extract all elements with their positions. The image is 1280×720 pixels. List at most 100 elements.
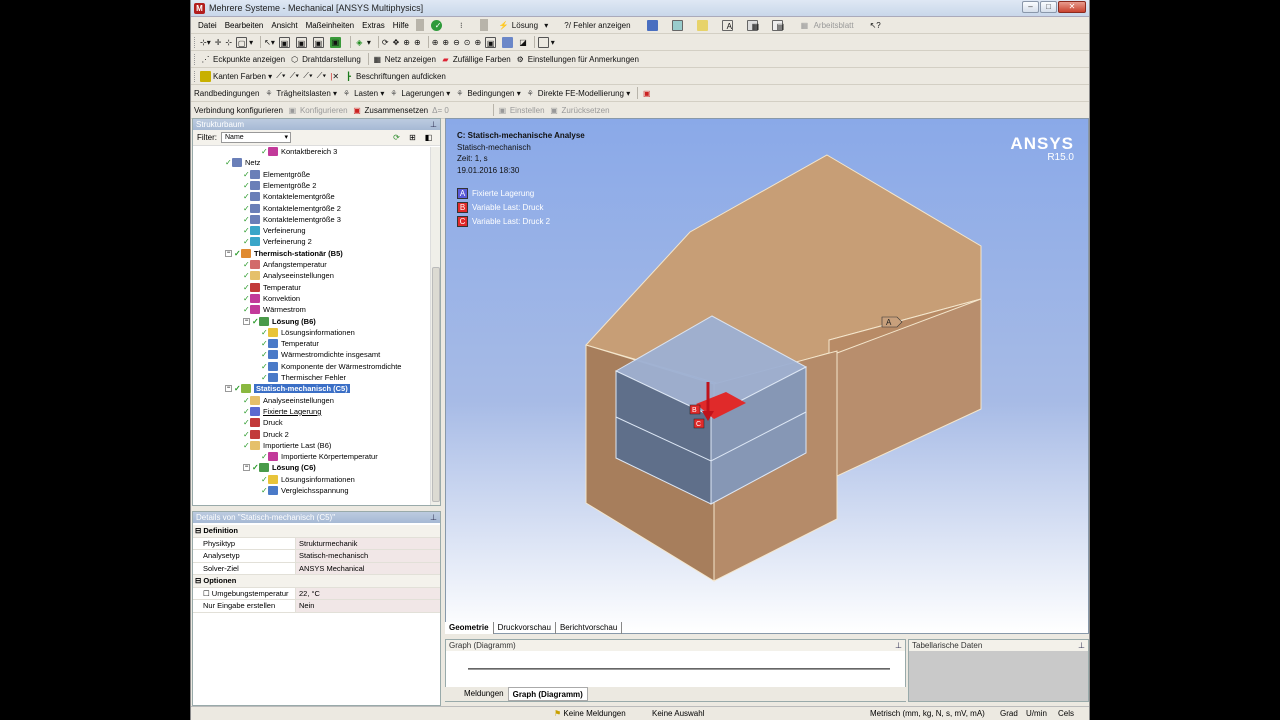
outline-scrollbar[interactable] <box>430 147 440 505</box>
pin-icon[interactable]: ⊥ <box>1078 640 1085 651</box>
menu-tools[interactable]: Extras <box>358 21 389 30</box>
commands-icon[interactable]: ▣ <box>641 88 654 99</box>
menu-units[interactable]: Maßeinheiten <box>302 21 358 30</box>
table-icon[interactable]: ▤ <box>768 19 789 31</box>
tree-options-icon[interactable]: ⊞ <box>407 132 418 143</box>
iso-view-icon[interactable] <box>502 36 515 48</box>
pin-icon[interactable]: ⊥ <box>430 512 437 523</box>
tree-node[interactable]: ✓ Thermischer Fehler <box>261 372 346 383</box>
inertial-loads-button[interactable]: ⚘ Trägheitslasten ▾ <box>263 88 337 99</box>
show-vertices-button[interactable]: ⋰ Eckpunkte anzeigen <box>200 54 286 65</box>
tree-node[interactable]: ✓ Temperatur <box>261 338 319 349</box>
chart-icon[interactable]: ▦ <box>743 19 764 31</box>
rotate-icon[interactable]: ⟳ <box>382 38 389 47</box>
maximize-button[interactable]: □ <box>1040 1 1057 13</box>
face-icon[interactable]: ▣ <box>312 36 326 48</box>
expand-toggle[interactable]: − <box>225 385 232 393</box>
graph-tab[interactable]: Graph (Diagramm) <box>507 687 588 701</box>
select-face-icon[interactable]: ⊹ <box>225 38 232 47</box>
view-tab[interactable]: Druckvorschau <box>494 622 556 634</box>
details-value[interactable]: 22, °C <box>296 587 440 599</box>
menu-file[interactable]: Datei <box>194 21 221 30</box>
text-icon[interactable]: A <box>718 19 739 31</box>
pointer-icon[interactable]: ↖▾ <box>264 38 275 47</box>
model-geometry[interactable]: A B C <box>446 119 1089 634</box>
tree-node[interactable]: ✓ Vergleichsspannung <box>261 485 349 496</box>
assemble-button[interactable]: ▣ Zusammensetzen <box>352 105 428 116</box>
edge-style-1-icon[interactable]: ⟋▾ <box>276 71 286 81</box>
edge-style-2-icon[interactable]: ⟋▾ <box>290 71 300 81</box>
tree-node[interactable]: ✓ Netz <box>225 157 260 168</box>
connect-icon[interactable]: ⁝ <box>452 20 473 31</box>
magnify-icon[interactable]: ⊖ <box>453 38 460 47</box>
viewport-layout-icon[interactable]: ▾ <box>537 36 555 48</box>
tree-node[interactable]: − ✓ Thermisch-stationär (B5) <box>225 248 343 259</box>
edge-style-4-icon[interactable]: ⟋▾ <box>317 71 327 81</box>
tree-node[interactable]: ✓ Fixierte Lagerung <box>243 406 321 417</box>
expand-toggle[interactable]: − <box>243 317 250 325</box>
units-status[interactable]: Metrisch (mm, kg, N, s, mV, mA) <box>867 707 985 720</box>
tree-node[interactable]: ✓ Anfangstemperatur <box>243 259 327 270</box>
filter-select[interactable]: Name <box>221 132 291 143</box>
loads-button[interactable]: ⚘ Lasten ▾ <box>341 88 384 99</box>
graph-tab[interactable]: Meldungen <box>460 687 508 701</box>
tag-icon[interactable]: ◪ <box>519 38 527 47</box>
temp-unit-status[interactable]: Cels <box>1055 707 1074 720</box>
tree-node[interactable]: ✓ Importierte Körpertemperatur <box>261 451 378 462</box>
body-icon[interactable]: ▣ <box>329 36 343 48</box>
select-mode-icon[interactable]: ⊹▾ <box>200 38 211 47</box>
tree-node[interactable]: ✓ Importierte Last (B6) <box>243 440 331 451</box>
tree-node[interactable]: ✓ Analyseeinstellungen <box>243 270 334 281</box>
conditions-button[interactable]: ⚘ Bedingungen ▾ <box>454 88 521 99</box>
details-value[interactable]: Strukturmechanik <box>296 537 440 549</box>
expand-toggle[interactable]: − <box>243 464 250 472</box>
wireframe-button[interactable]: ⬡ Drahtdarstellung <box>289 54 361 65</box>
refresh-icon[interactable]: ⟳ <box>391 132 402 143</box>
menu-help[interactable]: Hilfe <box>389 21 413 30</box>
supports-button[interactable]: ⚘ Lagerungen ▾ <box>388 88 450 99</box>
details-row[interactable]: Solver-Ziel ANSYS Mechanical <box>193 562 440 575</box>
check-icon[interactable]: ✓ <box>427 19 448 31</box>
pin-icon[interactable]: ⊥ <box>430 119 437 130</box>
annotation-settings-button[interactable]: ⚙ Einstellungen für Anmerkungen <box>515 54 639 65</box>
scrollbar-thumb[interactable] <box>432 267 440 502</box>
tree-node[interactable]: ✓ Druck <box>243 417 283 428</box>
tree-node[interactable]: ✓ Lösungsinformationen <box>261 327 355 338</box>
details-value[interactable]: Nein <box>296 600 440 612</box>
zoom-icon[interactable]: ⊕ <box>403 38 410 47</box>
show-mesh-button[interactable]: ▦ Netz anzeigen <box>372 54 435 65</box>
direct-fe-button[interactable]: ⚘ Direkte FE-Modellierung ▾ <box>525 88 631 99</box>
rpm-unit-status[interactable]: U/min <box>1023 707 1047 720</box>
details-row[interactable]: ☐ Umgebungstemperatur 22, °C <box>193 587 440 600</box>
comment-icon[interactable] <box>693 19 714 31</box>
edge-style-3-icon[interactable]: ⟋▾ <box>303 71 313 81</box>
worksheet-button[interactable]: ▦ Arbeitsblatt <box>793 20 862 31</box>
report-icon[interactable] <box>643 19 664 31</box>
tree-node[interactable]: ✓ Kontaktelementgröße 2 <box>243 203 341 214</box>
select-point-icon[interactable]: ✛ <box>215 38 222 47</box>
details-group[interactable]: ⊟ Optionen <box>193 575 440 588</box>
expand-toggle[interactable]: − <box>225 249 232 257</box>
zoom-in-icon[interactable]: ⊕ <box>442 38 449 47</box>
tree-node[interactable]: ✓ Verfeinerung 2 <box>243 236 312 247</box>
tree-node[interactable]: − ✓ Statisch-mechanisch (C5) <box>225 383 350 394</box>
pan-icon[interactable]: ✥ <box>393 38 400 47</box>
magnifier-icon[interactable]: ⊙ <box>464 38 471 47</box>
tree-node[interactable]: ✓ Kontaktbereich 3 <box>261 146 337 157</box>
details-row[interactable]: Physiktyp Strukturmechanik <box>193 537 440 550</box>
tree-node[interactable]: ✓ Temperatur <box>243 282 301 293</box>
help-cursor-icon[interactable]: ↖? <box>866 21 885 30</box>
tree-node[interactable]: ✓ Verfeinerung <box>243 225 306 236</box>
view-tab[interactable]: Geometrie <box>445 622 494 634</box>
details-value[interactable]: ANSYS Mechanical <box>296 562 440 574</box>
next-view-icon[interactable]: ▣ <box>485 36 498 48</box>
set-button[interactable]: ▣ Einstellen <box>497 105 545 116</box>
graph-timeline[interactable] <box>468 668 890 670</box>
previous-view-icon[interactable]: ⊕ <box>475 38 482 47</box>
show-errors-button[interactable]: ?/ Fehler anzeigen <box>556 21 638 30</box>
tree-node[interactable]: ✓ Elementgröße 2 <box>243 180 316 191</box>
minimize-button[interactable]: – <box>1022 1 1039 13</box>
tree-node[interactable]: ✓ Komponente der Wärmestromdichte <box>261 361 401 372</box>
messages-status[interactable]: ⚑ Keine Meldungen <box>551 707 626 720</box>
extend-icon[interactable]: ◈ ▾ <box>354 37 371 48</box>
